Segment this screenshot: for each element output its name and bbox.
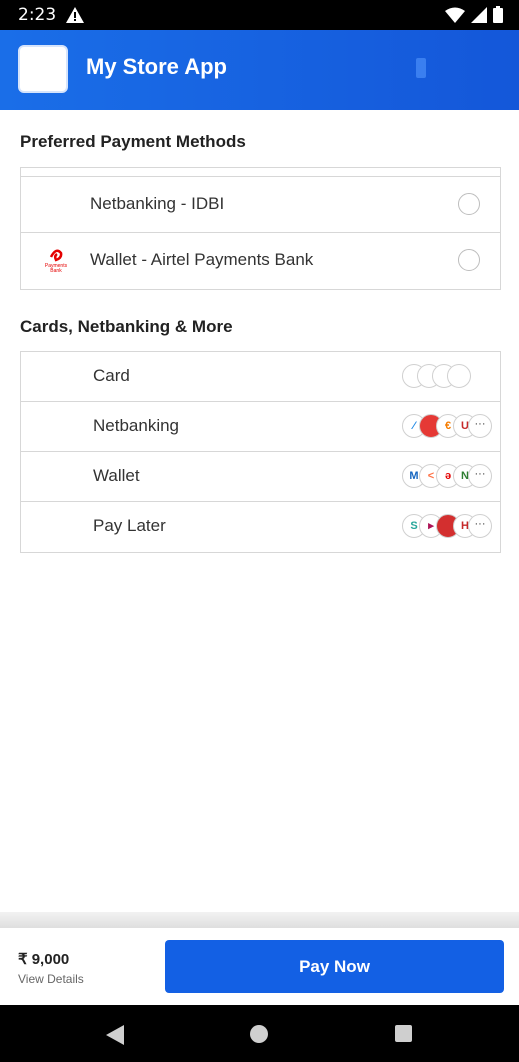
total-amount: ₹ 9,000 — [18, 951, 70, 968]
option-netbanking[interactable]: Netbanking ⁄ € U ··· — [21, 401, 500, 451]
wallet-logos: M < ə N ··· — [402, 464, 492, 488]
back-icon[interactable] — [106, 1025, 124, 1050]
pay-later-logos: S ▸ H ··· — [402, 514, 492, 538]
preferred-item-label: Wallet - Airtel Payments Bank — [90, 250, 314, 269]
option-label: Wallet — [93, 466, 140, 485]
home-icon[interactable] — [250, 1025, 268, 1043]
recent-apps-icon[interactable] — [395, 1025, 412, 1042]
preferred-item-wallet-airtel[interactable]: Payments Bank Wallet - Airtel Payments Ba… — [21, 232, 500, 288]
check-circle-icon[interactable] — [458, 249, 480, 271]
status-time: 2:23 — [18, 5, 57, 25]
airtel-payments-bank-logo: Payments Bank — [42, 247, 70, 274]
preferred-item-netbanking-idbi[interactable]: Netbanking - IDBI — [21, 177, 500, 232]
menu-icon[interactable] — [416, 58, 426, 78]
card-logo-placeholder-icon — [447, 364, 471, 388]
wifi-icon — [445, 7, 465, 28]
more-dots-icon: ··· — [468, 514, 492, 538]
app-logo — [18, 45, 68, 93]
option-label: Netbanking — [93, 416, 180, 435]
list-item-partial — [21, 168, 500, 177]
option-card[interactable]: Card — [21, 352, 500, 401]
preferred-methods-list: Netbanking - IDBI Payments Bank Wallet - … — [20, 167, 501, 290]
more-dots-icon: ··· — [468, 414, 492, 438]
option-label: Card — [93, 366, 130, 385]
option-wallet[interactable]: Wallet M < ə N ··· — [21, 451, 500, 501]
alert-icon — [66, 7, 84, 28]
preferred-methods-title: Preferred Payment Methods — [20, 132, 246, 151]
app-title: My Store App — [86, 54, 227, 79]
system-nav-bar — [0, 1005, 519, 1062]
bank-logos: ⁄ € U ··· — [402, 414, 492, 438]
option-pay-later[interactable]: Pay Later S ▸ H ··· — [21, 501, 500, 551]
pay-now-button[interactable]: Pay Now — [165, 940, 504, 993]
check-circle-icon[interactable] — [458, 193, 480, 215]
view-details-link[interactable]: View Details — [18, 972, 84, 986]
app-bar: My Store App — [0, 30, 519, 110]
more-options-title: Cards, Netbanking & More — [20, 317, 233, 336]
more-dots-icon: ··· — [468, 464, 492, 488]
signal-icon — [471, 6, 487, 28]
option-label: Pay Later — [93, 516, 166, 535]
card-network-logos — [402, 364, 492, 388]
battery-icon — [493, 6, 503, 28]
checkout-footer: ₹ 9,000 View Details Pay Now — [0, 928, 519, 1005]
status-icons — [445, 6, 503, 28]
status-bar: 2:23 — [0, 0, 519, 30]
preferred-item-label: Netbanking - IDBI — [90, 194, 225, 213]
svg-text:Bank: Bank — [50, 268, 62, 273]
more-options-list: Card Netbanking ⁄ € U ··· Wallet M < ə N… — [20, 351, 501, 553]
